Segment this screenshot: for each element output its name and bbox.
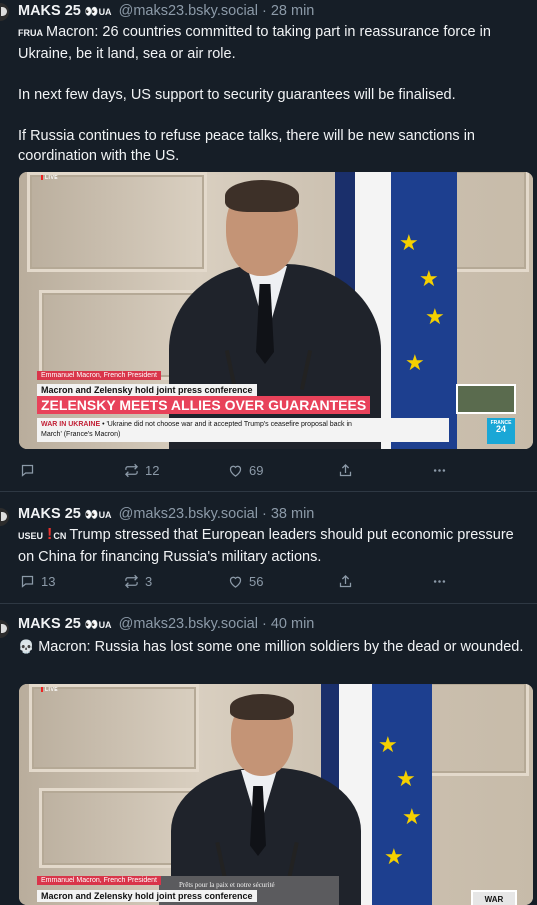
ticker-text: • 'Ukraine did not choose war and it acc… bbox=[100, 421, 352, 428]
reply-icon bbox=[21, 464, 34, 477]
eu-flag: ★ ★ ★ ★ bbox=[391, 172, 457, 449]
post-actions: 12 69 bbox=[20, 460, 450, 480]
like-button[interactable]: 69 bbox=[228, 460, 263, 480]
eyes-emoji: 👀 bbox=[84, 619, 99, 631]
paragraph: Trump stressed that European leaders sho… bbox=[18, 527, 514, 565]
flag-badges: FRUA bbox=[18, 28, 43, 38]
eyes-emoji: 👀 bbox=[84, 509, 99, 521]
repost-icon bbox=[124, 463, 139, 477]
author-handle-time[interactable]: @maks23.bsky.social · 38 min bbox=[119, 506, 315, 522]
like-button[interactable]: 56 bbox=[228, 571, 263, 591]
ticker-tag: WAR IN UKRAINE bbox=[41, 421, 101, 428]
reply-icon bbox=[21, 575, 34, 588]
wall-panel bbox=[29, 684, 199, 772]
flag-badges: USEU bbox=[18, 531, 44, 541]
author-name[interactable]: MAKS 25 bbox=[18, 616, 81, 632]
repost-button[interactable]: 12 bbox=[124, 460, 159, 480]
inset-thumbnail: WAR bbox=[471, 890, 517, 905]
name-strap: Emmanuel Macron, French President bbox=[37, 371, 161, 380]
wall-panel bbox=[27, 172, 207, 272]
subheading-strap: Macron and Zelensky hold joint press con… bbox=[37, 384, 257, 396]
reply-count: 13 bbox=[41, 573, 56, 589]
ticker-text: March' (France's Macron) bbox=[41, 431, 121, 438]
reply-button[interactable]: 13 bbox=[20, 571, 55, 591]
headline-strap: ZELENSKY MEETS ALLIES OVER GUARANTEES bbox=[37, 396, 371, 414]
post-actions: 13 3 56 bbox=[20, 571, 450, 591]
subheading-strap: Macron and Zelensky hold joint press con… bbox=[37, 890, 257, 902]
avatar[interactable] bbox=[0, 620, 9, 638]
repost-icon bbox=[124, 574, 139, 588]
share-button[interactable] bbox=[338, 571, 353, 591]
author-handle-time[interactable]: @maks23.bsky.social · 40 min bbox=[119, 616, 315, 632]
podium-slogan: Prêts pour la paix et notre sécurité bbox=[179, 881, 275, 889]
video-thumbnail[interactable]: ★ ★ ★ ★ LIVE Emmanuel Macron, French Pre… bbox=[19, 172, 533, 449]
video-thumbnail[interactable]: ★ ★ ★ ★ LIVE Prêts pour la paix et notre… bbox=[19, 684, 533, 905]
exclamation-emoji: ! bbox=[47, 526, 53, 543]
repost-count: 12 bbox=[145, 462, 160, 478]
post-header: MAKS 25 👀UA @maks23.bsky.social · 40 min bbox=[18, 614, 314, 635]
like-icon bbox=[229, 465, 242, 477]
flag-badges: CN bbox=[53, 531, 67, 541]
country-badge: UA bbox=[98, 620, 112, 630]
repost-count: 3 bbox=[145, 573, 153, 589]
post-header: MAKS 25 👀UA @maks23.bsky.social · 28 min bbox=[18, 1, 314, 22]
share-icon bbox=[339, 574, 352, 587]
author-name[interactable]: MAKS 25 bbox=[18, 506, 81, 522]
like-count: 56 bbox=[249, 573, 264, 589]
share-button[interactable] bbox=[338, 460, 353, 480]
paragraph: If Russia continues to refuse peace talk… bbox=[18, 127, 475, 165]
more-button[interactable] bbox=[432, 571, 447, 591]
post-text: USEU !CN Trump stressed that European lead… bbox=[18, 525, 533, 567]
share-icon bbox=[339, 463, 352, 476]
paragraph: Macron: Russia has lost some one million… bbox=[38, 639, 524, 655]
live-label: LIVE bbox=[41, 175, 58, 181]
eyes-emoji: 👀 bbox=[84, 6, 99, 18]
post-header: MAKS 25 👀UA @maks23.bsky.social · 38 min bbox=[18, 504, 314, 525]
avatar[interactable] bbox=[0, 508, 9, 526]
author-name[interactable]: MAKS 25 bbox=[18, 3, 81, 19]
eu-flag: ★ ★ ★ ★ bbox=[372, 684, 432, 905]
country-badge: UA bbox=[98, 510, 112, 520]
channel-logo: FRANCE 24 bbox=[487, 418, 515, 444]
skull-emoji: 💀 bbox=[18, 639, 35, 654]
post-text: FRUA Macron: 26 countries committed to ta… bbox=[18, 22, 533, 167]
more-button[interactable] bbox=[432, 460, 447, 480]
author-handle-time[interactable]: @maks23.bsky.social · 28 min bbox=[119, 3, 315, 19]
paragraph: In next few days, US support to security… bbox=[18, 86, 456, 103]
post[interactable]: MAKS 25 👀UA @maks23.bsky.social · 28 min … bbox=[0, 0, 537, 491]
like-count: 69 bbox=[249, 462, 264, 478]
reply-button[interactable] bbox=[20, 460, 41, 480]
more-icon bbox=[433, 579, 446, 583]
name-strap: Emmanuel Macron, French President bbox=[37, 876, 161, 885]
avatar[interactable] bbox=[0, 3, 9, 21]
post[interactable]: MAKS 25 👀UA @maks23.bsky.social · 38 min … bbox=[0, 491, 537, 603]
like-icon bbox=[229, 576, 242, 588]
inset-thumbnail bbox=[456, 384, 516, 414]
repost-button[interactable]: 3 bbox=[124, 571, 152, 591]
paragraph: Macron: 26 countries committed to taking… bbox=[18, 24, 491, 62]
post-text: 💀 Macron: Russia has lost some one millio… bbox=[18, 637, 533, 658]
live-label: LIVE bbox=[41, 687, 58, 693]
more-icon bbox=[433, 468, 446, 472]
country-badge: UA bbox=[98, 7, 112, 17]
news-ticker: WAR IN UKRAINE • 'Ukraine did not choose… bbox=[37, 418, 449, 442]
wall-panel bbox=[419, 684, 529, 776]
